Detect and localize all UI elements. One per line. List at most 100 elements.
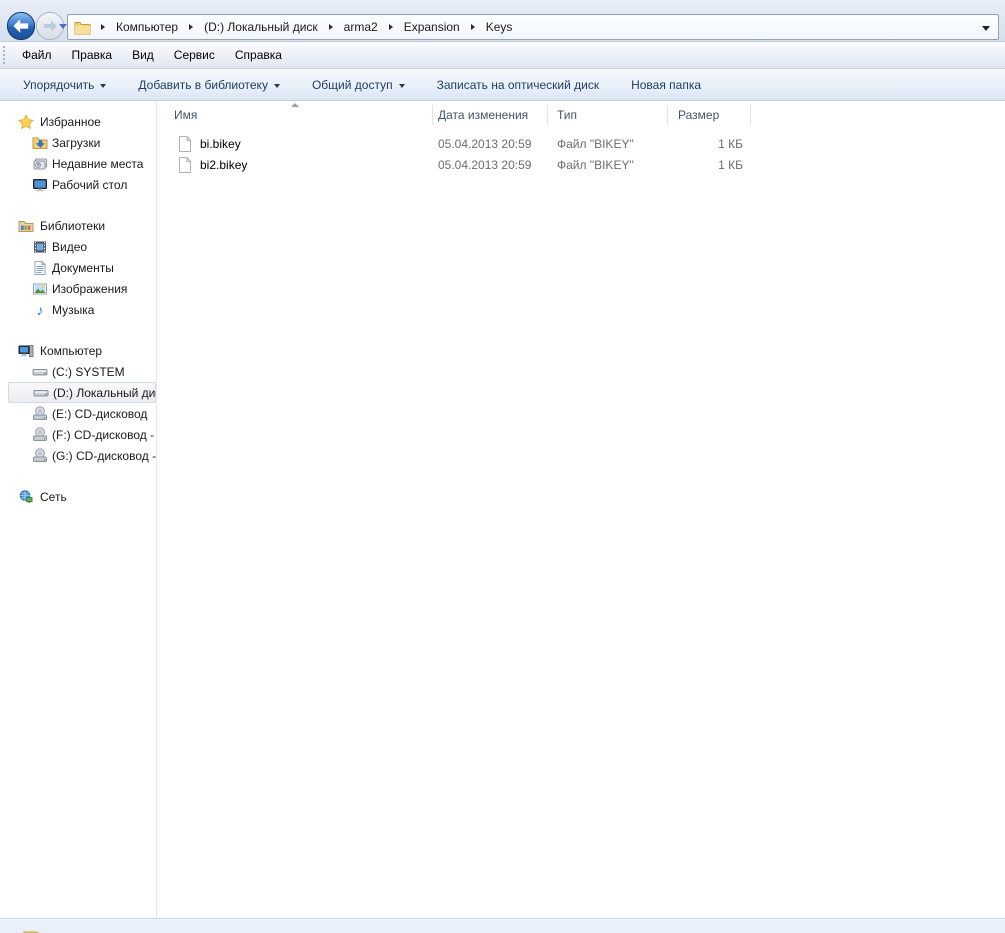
sidebar-label: Изображения xyxy=(52,281,128,296)
add-to-library-button[interactable]: Добавить в библиотеку xyxy=(133,74,285,96)
column-divider[interactable] xyxy=(667,105,668,125)
sidebar-label: (G:) CD-дисковод - . xyxy=(52,448,157,463)
star-icon xyxy=(18,113,34,130)
column-divider[interactable] xyxy=(750,105,751,125)
sidebar-label: Библиотеки xyxy=(40,218,106,233)
sidebar-label: Сеть xyxy=(40,489,67,504)
sidebar-label: Избранное xyxy=(40,114,101,129)
sidebar-item-drive-f[interactable]: (F:) CD-дисковод - V xyxy=(0,424,156,445)
file-modified: 05.04.2013 20:59 xyxy=(438,137,532,151)
video-icon xyxy=(32,239,48,255)
menu-tools[interactable]: Сервис xyxy=(164,42,225,68)
breadcrumb-separator-icon xyxy=(189,24,194,30)
add-to-library-label: Добавить в библиотеку xyxy=(138,77,268,92)
column-header-modified[interactable]: Дата изменения xyxy=(438,103,528,127)
new-folder-button[interactable]: Новая папка xyxy=(626,74,706,96)
file-name: bi.bikey xyxy=(200,137,241,151)
sidebar-label: Загрузки xyxy=(52,135,101,150)
burn-disc-label: Записать на оптический диск xyxy=(436,77,600,92)
computer-icon xyxy=(18,343,34,359)
sidebar-label: Рабочий стол xyxy=(52,177,128,192)
music-icon: ♪ xyxy=(36,301,44,318)
sidebar-label: (F:) CD-дисковод - V xyxy=(52,427,157,442)
column-divider[interactable] xyxy=(432,105,433,125)
breadcrumb-arma2[interactable]: arma2 xyxy=(341,17,381,37)
sidebar-item-music[interactable]: ♪ Музыка xyxy=(0,299,156,320)
sidebar-label: Видео xyxy=(52,239,88,254)
file-modified: 05.04.2013 20:59 xyxy=(438,158,532,172)
share-button[interactable]: Общий доступ xyxy=(307,74,410,96)
breadcrumb-separator-icon xyxy=(328,24,333,30)
menu-view[interactable]: Вид xyxy=(122,42,164,68)
sidebar-item-drive-e[interactable]: (E:) CD-дисковод xyxy=(0,403,156,424)
file-rows: bi.bikey 05.04.2013 20:59 Файл "BIKEY" 1… xyxy=(158,134,1005,176)
breadcrumb-separator-icon xyxy=(101,24,105,30)
menu-edit[interactable]: Правка xyxy=(62,42,123,68)
folder-icon xyxy=(74,20,91,35)
file-icon xyxy=(178,135,192,155)
sidebar-label: Компьютер xyxy=(40,343,103,358)
sidebar-item-pictures[interactable]: Изображения xyxy=(0,278,156,299)
command-bar: Упорядочить Добавить в библиотеку Общий … xyxy=(0,69,1005,101)
sort-ascending-icon xyxy=(291,103,299,107)
file-icon xyxy=(178,156,192,176)
navigation-bar: Компьютер (D:) Локальный диск arma2 Expa… xyxy=(0,0,1005,42)
cd-drive-icon xyxy=(32,426,48,443)
hard-drive-icon xyxy=(32,364,48,380)
address-dropdown-icon[interactable] xyxy=(982,26,990,31)
sidebar-item-downloads[interactable]: Загрузки xyxy=(0,132,156,153)
file-type: Файл "BIKEY" xyxy=(557,158,634,172)
sidebar-label: Недавние места xyxy=(52,156,144,171)
sidebar-section-computer[interactable]: Компьютер xyxy=(0,340,156,361)
back-button[interactable] xyxy=(6,11,36,41)
menu-file[interactable]: Файл xyxy=(12,42,62,68)
sidebar-item-videos[interactable]: Видео xyxy=(0,236,156,257)
file-row[interactable]: bi.bikey 05.04.2013 20:59 Файл "BIKEY" 1… xyxy=(158,134,1005,155)
file-size: 1 КБ xyxy=(718,158,743,172)
sidebar-item-drive-c[interactable]: (C:) SYSTEM xyxy=(0,361,156,382)
folder-icon xyxy=(22,926,64,933)
breadcrumb-expansion[interactable]: Expansion xyxy=(401,17,463,37)
sidebar-section-favorites[interactable]: Избранное xyxy=(0,111,156,132)
burn-disc-button[interactable]: Записать на оптический диск xyxy=(432,74,605,96)
breadcrumb-computer[interactable]: Компьютер xyxy=(113,17,181,37)
recent-places-icon xyxy=(32,156,48,172)
menu-help[interactable]: Справка xyxy=(225,42,292,68)
sidebar-section-network[interactable]: Сеть xyxy=(0,486,156,507)
address-bar[interactable]: Компьютер (D:) Локальный диск arma2 Expa… xyxy=(67,14,999,40)
details-pane: Keys xyxy=(0,918,1005,933)
hard-drive-icon xyxy=(33,385,49,401)
back-arrow-icon xyxy=(6,11,36,41)
column-headers: Имя Дата изменения Тип Размер xyxy=(158,103,1005,127)
breadcrumb-keys[interactable]: Keys xyxy=(483,17,516,37)
navigation-pane: Избранное Загрузки Недавние места Рабочи… xyxy=(0,101,157,918)
organize-button[interactable]: Упорядочить xyxy=(18,74,111,96)
sidebar-item-drive-d[interactable]: (D:) Локальный дис xyxy=(8,382,156,403)
breadcrumb-separator-icon xyxy=(388,24,393,30)
column-header-size[interactable]: Размер xyxy=(678,103,719,127)
downloads-icon xyxy=(32,135,48,151)
column-divider[interactable] xyxy=(547,105,548,125)
sidebar-item-documents[interactable]: Документы xyxy=(0,257,156,278)
file-row[interactable]: bi2.bikey 05.04.2013 20:59 Файл "BIKEY" … xyxy=(158,155,1005,176)
breadcrumb-separator-icon xyxy=(470,24,475,30)
cd-drive-icon xyxy=(32,447,48,464)
recent-pages-dropdown-icon[interactable] xyxy=(59,24,67,29)
file-list-pane: Имя Дата изменения Тип Размер bi.bikey 0… xyxy=(158,101,1005,918)
chevron-down-icon xyxy=(273,83,280,88)
file-name: bi2.bikey xyxy=(200,158,248,172)
breadcrumb-drive-d[interactable]: (D:) Локальный диск xyxy=(201,17,321,37)
sidebar-item-drive-g[interactable]: (G:) CD-дисковод - . xyxy=(0,445,156,466)
organize-label: Упорядочить xyxy=(23,77,95,92)
sidebar-label: (E:) CD-дисковод xyxy=(52,406,148,421)
sidebar-item-recent-places[interactable]: Недавние места xyxy=(0,153,156,174)
column-header-type[interactable]: Тип xyxy=(557,103,577,127)
content-area: Избранное Загрузки Недавние места Рабочи… xyxy=(0,101,1005,918)
chevron-down-icon xyxy=(398,83,405,88)
column-header-name[interactable]: Имя xyxy=(174,103,197,127)
menu-bar: Файл Правка Вид Сервис Справка xyxy=(0,42,1005,69)
sidebar-item-desktop[interactable]: Рабочий стол xyxy=(0,174,156,195)
sidebar-section-libraries[interactable]: Библиотеки xyxy=(0,215,156,236)
